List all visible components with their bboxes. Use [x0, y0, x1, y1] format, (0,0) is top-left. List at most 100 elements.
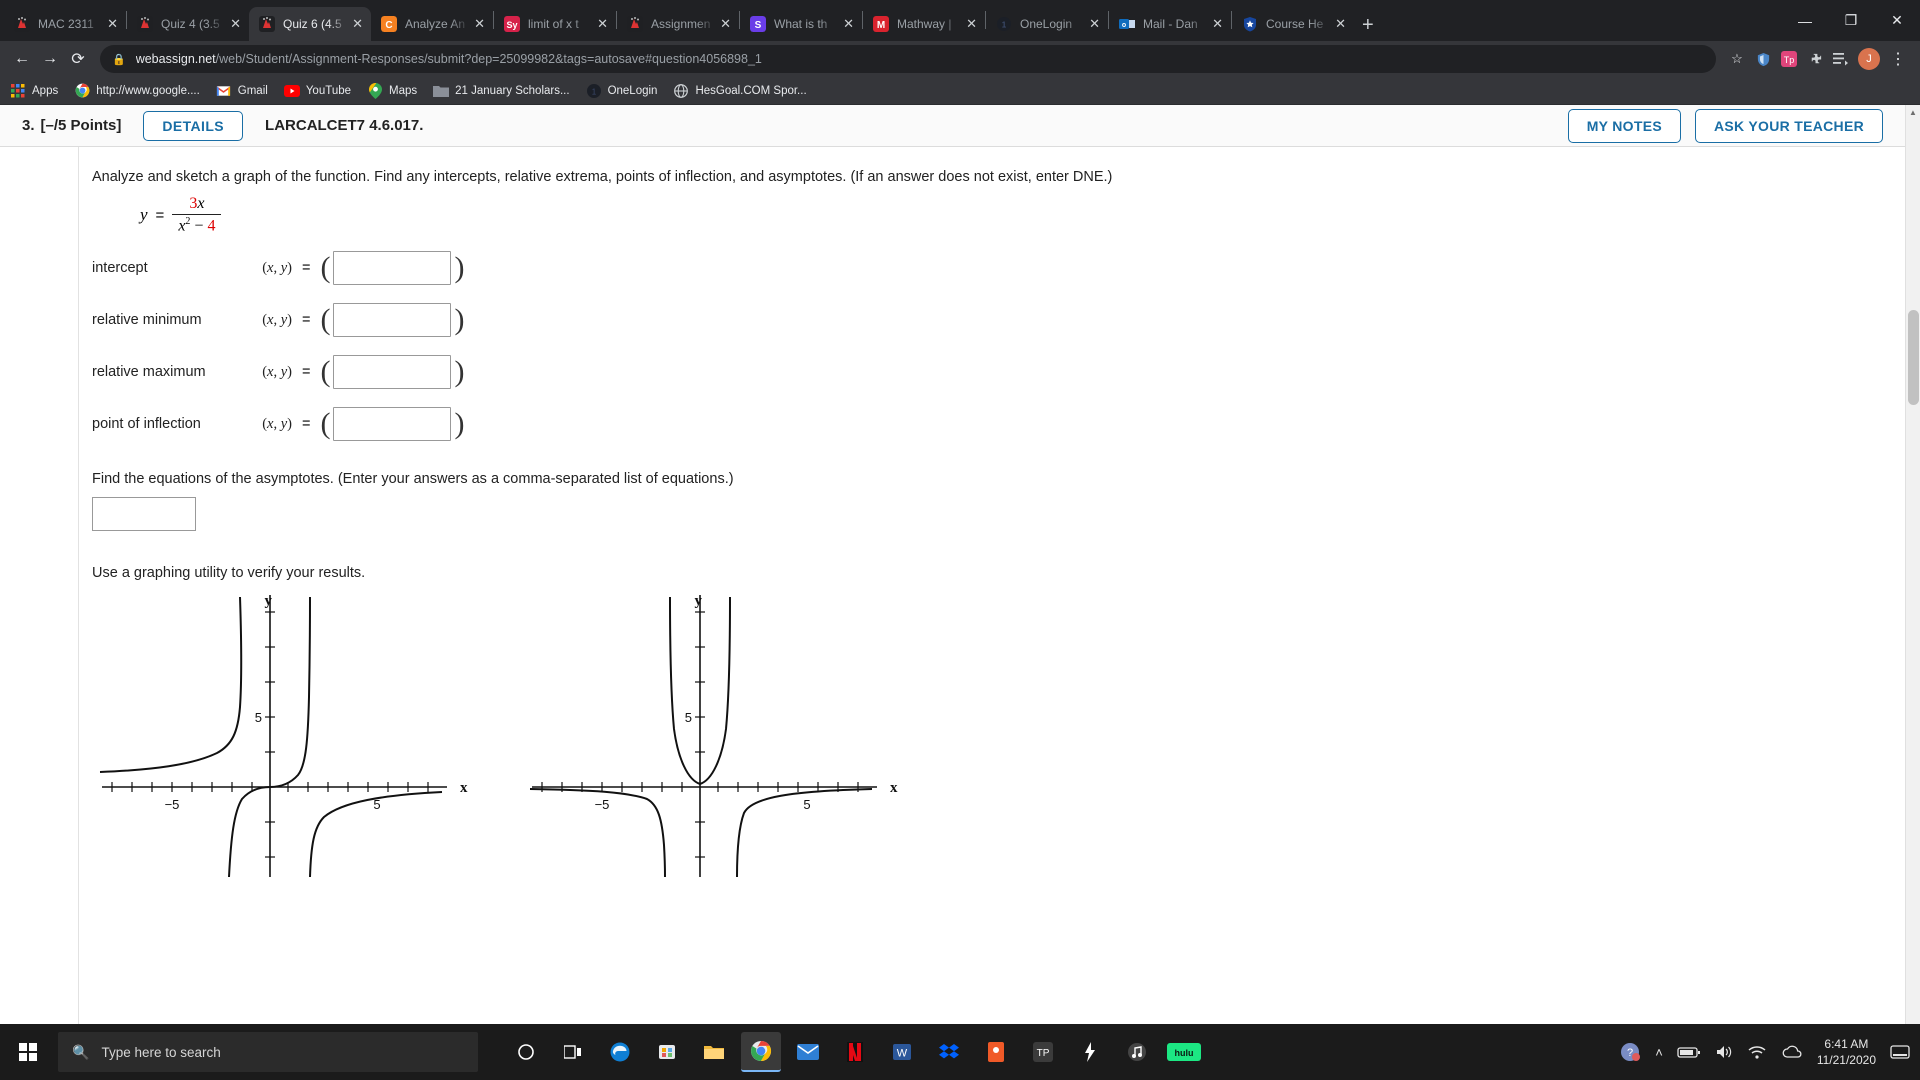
details-button[interactable]: DETAILS — [143, 110, 244, 141]
answer-input[interactable] — [333, 251, 452, 286]
page-scrollbar[interactable]: ▲ — [1905, 105, 1920, 1024]
browser-tab[interactable]: M Mathway | ✕ — [863, 7, 985, 41]
browser-tab[interactable]: Sy limit of x t ✕ — [494, 7, 616, 41]
svg-text:Tp: Tp — [1784, 55, 1795, 65]
tab-close-icon[interactable]: ✕ — [966, 16, 977, 32]
browser-tab[interactable]: C Analyze An ✕ — [371, 7, 493, 41]
taskbar-clock[interactable]: 6:41 AM 11/21/2020 — [1817, 1036, 1876, 1068]
chrome-menu-icon[interactable]: ⋮ — [1884, 45, 1912, 73]
browser-tab[interactable]: Course He ✕ — [1232, 7, 1354, 41]
help-icon[interactable]: ? — [1619, 1041, 1641, 1063]
profile-avatar[interactable]: J — [1858, 48, 1880, 70]
maps-icon — [367, 82, 383, 99]
bookmark-item[interactable]: http://www.google.... — [74, 83, 200, 99]
browser-tab[interactable]: o Mail - Dan ✕ — [1109, 7, 1231, 41]
bookmark-item[interactable]: Apps — [10, 83, 58, 99]
tp-icon[interactable]: Tp — [1776, 46, 1802, 72]
edge-icon[interactable] — [600, 1032, 640, 1072]
mail-icon[interactable] — [788, 1032, 828, 1072]
tab-close-icon[interactable]: ✕ — [230, 16, 241, 32]
chevron-up-icon[interactable]: ˄ — [1655, 1045, 1663, 1060]
cortana-icon[interactable] — [506, 1032, 546, 1072]
onedrive-icon[interactable] — [1781, 1045, 1803, 1060]
tab-close-icon[interactable]: ✕ — [352, 16, 363, 32]
dropbox-icon[interactable] — [929, 1032, 969, 1072]
list-icon[interactable] — [1828, 46, 1854, 72]
webassign-icon — [14, 16, 30, 32]
symbolab-icon: Sy — [504, 16, 520, 32]
browser-tab[interactable]: Quiz 4 (3.5 ✕ — [127, 7, 249, 41]
page-content: 3. [–/5 Points] DETAILS LARCALCET7 4.6.0… — [0, 105, 1920, 1024]
browser-tab[interactable]: MAC 2311 ✕ — [4, 7, 126, 41]
taskbar-search-box[interactable]: 🔍 Type here to search — [58, 1032, 478, 1072]
ask-your-teacher-button[interactable]: ASK YOUR TEACHER — [1694, 108, 1883, 143]
bolt-icon[interactable] — [1070, 1032, 1110, 1072]
scrollbar-thumb[interactable] — [1908, 310, 1919, 405]
question-body: Analyze and sketch a graph of the functi… — [0, 147, 1905, 1024]
asymptote-input[interactable] — [92, 497, 196, 532]
outlook-icon: o — [1119, 16, 1135, 32]
hulu-icon[interactable]: hulu — [1164, 1032, 1204, 1072]
bookmark-item[interactable]: Maps — [367, 82, 417, 99]
task-view-icon[interactable] — [553, 1032, 593, 1072]
browser-tab[interactable]: Quiz 6 (4.5 ✕ — [249, 7, 371, 41]
tab-close-icon[interactable]: ✕ — [1212, 16, 1223, 32]
tab-close-icon[interactable]: ✕ — [843, 16, 854, 32]
bookmark-item[interactable]: 21 January Scholars... — [433, 83, 570, 99]
windows-start-icon[interactable] — [0, 1024, 56, 1080]
tab-close-icon[interactable]: ✕ — [720, 16, 731, 32]
store-icon[interactable] — [647, 1032, 687, 1072]
minimize-button[interactable]: — — [1782, 13, 1828, 29]
new-tab-button[interactable]: + — [1362, 15, 1374, 35]
wifi-icon[interactable] — [1747, 1045, 1767, 1060]
file-explorer-icon[interactable] — [694, 1032, 734, 1072]
reload-button[interactable]: ⟳ — [64, 45, 92, 73]
bookmark-label: http://www.google.... — [96, 84, 200, 97]
bookmark-label: 21 January Scholars... — [455, 84, 570, 97]
tab-title: Mail - Dan — [1143, 17, 1198, 31]
answer-input[interactable] — [333, 355, 452, 390]
bookmark-item[interactable]: Gmail — [216, 83, 268, 99]
volume-icon[interactable] — [1715, 1044, 1733, 1060]
tab-close-icon[interactable]: ✕ — [474, 16, 485, 32]
address-bar[interactable]: 🔒 webassign.net/web/Student/Assignment-R… — [100, 45, 1716, 73]
netflix-icon[interactable] — [835, 1032, 875, 1072]
tp-icon[interactable]: TP — [1023, 1032, 1063, 1072]
browser-tab[interactable]: S What is th ✕ — [740, 7, 862, 41]
answer-label: point of inflection — [92, 416, 201, 433]
bookmark-star-icon[interactable]: ☆ — [1724, 46, 1750, 72]
shield-icon[interactable] — [1750, 46, 1776, 72]
scroll-up-arrow[interactable]: ▲ — [1906, 105, 1920, 120]
bookmark-item[interactable]: 1 OneLogin — [586, 83, 657, 99]
answer-coordinate-label: (x, y) — [262, 311, 292, 328]
tab-close-icon[interactable]: ✕ — [597, 16, 608, 32]
tab-close-icon[interactable]: ✕ — [1089, 16, 1100, 32]
browser-tab[interactable]: Assignmen ✕ — [617, 7, 739, 41]
word-icon[interactable]: W — [882, 1032, 922, 1072]
tab-close-icon[interactable]: ✕ — [1335, 16, 1346, 32]
tab-close-icon[interactable]: ✕ — [107, 16, 118, 32]
bookmark-item[interactable]: YouTube — [283, 83, 351, 99]
puzzle-icon[interactable] — [1802, 46, 1828, 72]
close-window-button[interactable]: ✕ — [1874, 12, 1920, 29]
music-icon[interactable] — [1117, 1032, 1157, 1072]
forward-button[interactable]: → — [36, 45, 64, 73]
bookmark-item[interactable]: HesGoal.COM Spor... — [673, 83, 807, 99]
header-actions: MY NOTES ASK YOUR TEACHER — [1567, 108, 1883, 143]
answer-row: intercept (x, y) = () — [92, 249, 1905, 287]
maximize-button[interactable]: ❐ — [1828, 12, 1874, 29]
battery-icon[interactable] — [1677, 1046, 1701, 1059]
answer-input[interactable] — [333, 303, 452, 338]
bookmark-label: HesGoal.COM Spor... — [695, 84, 807, 97]
equation-numerator: 3x — [183, 195, 210, 214]
equation-fraction: 3x x2 − 4 — [172, 195, 222, 235]
slader-icon: S — [750, 16, 766, 32]
reader-icon[interactable] — [976, 1032, 1016, 1072]
svg-text:Sy: Sy — [506, 20, 517, 30]
answer-input[interactable] — [333, 407, 452, 442]
my-notes-button[interactable]: MY NOTES — [1567, 108, 1681, 143]
browser-tab[interactable]: 1 OneLogin ✕ — [986, 7, 1108, 41]
notification-icon[interactable] — [1890, 1044, 1910, 1060]
chrome-icon[interactable] — [741, 1032, 781, 1072]
back-button[interactable]: ← — [8, 45, 36, 73]
